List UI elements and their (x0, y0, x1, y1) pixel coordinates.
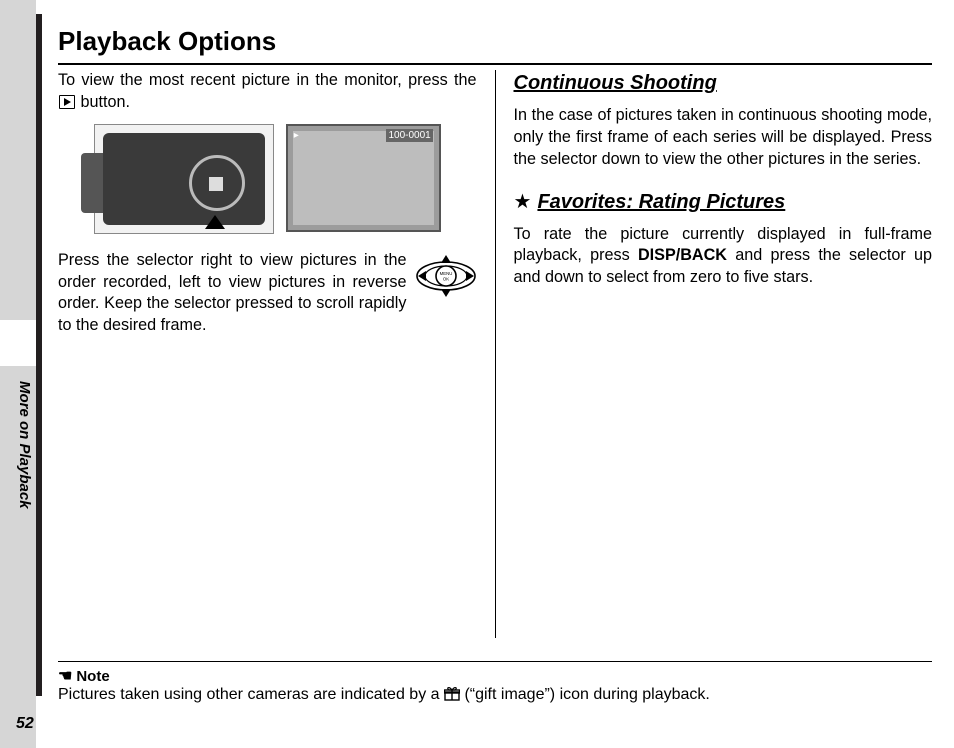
intro-text-b: button. (81, 93, 131, 111)
note-hand-icon: ☚ (58, 666, 72, 686)
camera-play-button-icon (209, 177, 223, 191)
sample-photo-illustration: ▸ 100-0001 (286, 124, 441, 232)
side-tab (0, 320, 36, 366)
star-icon: ★ (514, 192, 532, 212)
gift-image-icon (444, 687, 460, 701)
frame-counter: 100-0001 (386, 129, 432, 143)
sample-photo-inner (293, 131, 434, 225)
selector-eye-icon: MENU OK (415, 250, 477, 300)
playback-overlay-icon: ▸ (294, 129, 299, 143)
selector-paragraph: Press the selector right to view picture… (58, 250, 407, 337)
note-text-a: Pictures taken using other cameras are i… (58, 686, 444, 703)
heading-favorites-row: ★ Favorites: Rating Pictures (514, 189, 933, 216)
selector-menu-label: MENU (439, 271, 452, 276)
column-right: Continuous Shooting In the case of pictu… (495, 70, 933, 638)
heading-continuous-shooting: Continuous Shooting (514, 70, 933, 97)
playback-button-icon (59, 95, 75, 109)
left-rule (36, 14, 42, 696)
selector-paragraph-row: Press the selector right to view picture… (58, 250, 477, 347)
continuous-shooting-paragraph: In the case of pictures taken in continu… (514, 105, 933, 171)
column-left: To view the most recent picture in the m… (58, 70, 495, 638)
camera-up-arrow-icon (205, 215, 225, 229)
selector-ok-label: OK (442, 276, 448, 281)
note-rule (58, 661, 932, 662)
title-wrap: Playback Options (58, 26, 932, 65)
favorites-paragraph: To rate the picture currently displayed … (514, 224, 933, 290)
note-heading: ☚ Note (58, 666, 932, 686)
intro-paragraph: To view the most recent picture in the m… (58, 70, 477, 114)
note-text: Pictures taken using other cameras are i… (58, 686, 932, 704)
note-text-b: (“gift image”) icon during playback. (464, 686, 709, 703)
page-title: Playback Options (58, 26, 932, 57)
intro-text-a: To view the most recent picture in the m… (58, 71, 477, 89)
side-margin (0, 0, 36, 748)
columns: To view the most recent picture in the m… (58, 70, 932, 638)
camera-back-illustration (94, 124, 274, 234)
note-block: ☚ Note Pictures taken using other camera… (58, 661, 932, 704)
heading-favorites: Favorites: Rating Pictures (537, 189, 785, 216)
illustration-row: ▸ 100-0001 (58, 124, 477, 234)
note-label: Note (76, 668, 109, 685)
section-label: More on Playback (16, 381, 33, 521)
page-number: 52 (16, 715, 34, 733)
page: More on Playback 52 Playback Options To … (0, 0, 954, 748)
disp-back-label: DISP/BACK (638, 246, 727, 264)
